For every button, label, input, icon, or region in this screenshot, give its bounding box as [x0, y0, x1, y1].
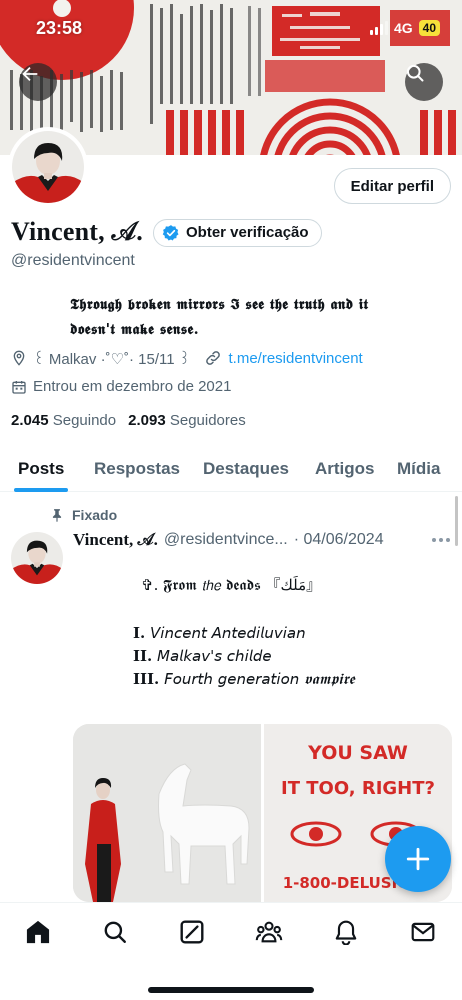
- battery-icon: 40: [418, 20, 440, 36]
- verified-badge-icon: [162, 224, 179, 240]
- post-line-1: I. 𝘝𝘪𝘯𝘤𝘦𝘯𝘵 𝘈𝘯𝘵𝘦𝘥𝘪𝘭𝘶𝘷𝘪𝘢𝘯: [133, 624, 306, 642]
- bottom-navigation: [0, 902, 462, 1000]
- status-time: 23:58: [36, 18, 83, 38]
- post-author-name[interactable]: Vincent, 𝒜.: [73, 530, 158, 550]
- status-indicators: 4G 40: [369, 20, 440, 36]
- profile-handle: @residentvincent: [11, 252, 135, 269]
- pin-icon: [52, 509, 62, 522]
- nav-communities[interactable]: [252, 915, 286, 949]
- link-icon: [206, 351, 221, 365]
- scrollbar[interactable]: [455, 496, 458, 546]
- profile-name: Vincent, 𝒜.: [11, 217, 143, 246]
- post-date[interactable]: · 04/06/2024: [294, 531, 384, 549]
- nav-grok[interactable]: [175, 915, 209, 949]
- follow-stats: 2.045 Seguindo 2.093 Seguidores: [11, 412, 246, 429]
- following-link[interactable]: 2.045 Seguindo: [11, 412, 116, 429]
- tab-articles[interactable]: Artigos: [315, 446, 375, 492]
- status-bar: 23:58 4G 40: [0, 18, 462, 44]
- post-media-image-1[interactable]: [73, 724, 261, 902]
- post-author-handle[interactable]: @residentvince...: [164, 531, 288, 549]
- nav-notifications[interactable]: [329, 915, 363, 949]
- communities-icon: [255, 921, 283, 943]
- avatar-image: [12, 131, 84, 203]
- tab-posts[interactable]: Posts: [13, 446, 69, 492]
- search-button[interactable]: [405, 63, 443, 101]
- pinned-indicator: Fixado: [50, 507, 117, 523]
- bio-line-1: 𝕿𝖍𝖗𝖔𝖚𝖌𝖍 𝖇𝖗𝖔𝖐𝖊𝖓 𝖒𝖎𝖗𝖗𝖔𝖗𝖘 𝕴 𝖘𝖊𝖊 𝖙𝖍𝖊 𝖙𝖗𝖚𝖙𝖍 𝖆…: [70, 296, 369, 313]
- profile-name-row: Vincent, 𝒜. Obter verificação: [11, 217, 322, 248]
- post-line-2-number: II.: [133, 647, 153, 665]
- horse-photo: [73, 724, 261, 902]
- profile-banner[interactable]: 23:58 4G 40: [0, 0, 462, 155]
- post-line-3-number: III.: [133, 670, 160, 688]
- plus-icon: [406, 847, 430, 871]
- poster-line-2: IT TOO, RIGHT?: [281, 778, 435, 799]
- home-icon: [26, 920, 50, 944]
- post-line-0: ✞. 𝕱𝖗𝖔𝖒 𝘵𝘩𝘦 𝖉𝖊𝖆𝖉𝖘 『مَلَك』: [141, 576, 322, 594]
- tab-highlights[interactable]: Destaques: [203, 446, 289, 492]
- nav-search[interactable]: [98, 915, 132, 949]
- pinned-label: Fixado: [72, 507, 118, 523]
- arrow-left-icon: [22, 66, 38, 82]
- post-line-2: II. 𝘔𝘢𝘭𝘬𝘢𝘷'𝘴 𝘤𝘩𝘪𝘭𝘥𝘦: [133, 647, 272, 665]
- post-more-icon[interactable]: [432, 538, 450, 542]
- profile-tabs: Posts Respostas Destaques Artigos Mídia: [0, 446, 462, 492]
- bell-icon: [335, 920, 357, 945]
- network-label: 4G: [393, 20, 413, 36]
- followers-link[interactable]: 2.093 Seguidores: [128, 412, 246, 429]
- avatar-image: [11, 532, 63, 584]
- profile-bio: 𝕿𝖍𝖗𝖔𝖚𝖌𝖍 𝖇𝖗𝖔𝖐𝖊𝖓 𝖒𝖎𝖗𝖗𝖔𝖗𝖘 𝕴 𝖘𝖊𝖊 𝖙𝖍𝖊 𝖙𝖗𝖚𝖙𝖍 𝖆…: [70, 292, 440, 342]
- search-icon: [104, 921, 126, 943]
- profile-link[interactable]: t.me/residentvincent: [228, 350, 362, 367]
- nav-home[interactable]: [21, 915, 55, 949]
- profile-joined: Entrou em dezembro de 2021: [11, 378, 231, 395]
- edit-profile-button[interactable]: Editar perfil: [333, 168, 451, 204]
- followers-label: Seguidores: [169, 412, 246, 429]
- location-icon: [13, 350, 25, 366]
- post-line-2-text: 𝘔𝘢𝘭𝘬𝘢𝘷'𝘴 𝘤𝘩𝘪𝘭𝘥𝘦: [157, 647, 272, 665]
- poster-line-1: YOU SAW: [308, 742, 408, 764]
- post-line-3: III. 𝘍𝘰𝘶𝘳𝘵𝘩 𝘨𝘦𝘯𝘦𝘳𝘢𝘵𝘪𝘰𝘯 𝖛𝖆𝖒𝖕𝖎𝖗𝖊: [133, 670, 355, 688]
- bio-line-2: 𝖉𝖔𝖊𝖘𝖓'𝖙 𝖒𝖆𝖐𝖊 𝖘𝖊𝖓𝖘𝖊.: [70, 321, 200, 338]
- joined-date: Entrou em dezembro de 2021: [33, 378, 232, 395]
- following-label: Seguindo: [52, 412, 117, 429]
- back-button[interactable]: [19, 63, 57, 101]
- following-count: 2.045: [11, 412, 49, 429]
- calendar-icon: [12, 380, 26, 394]
- tab-media[interactable]: Mídia: [397, 446, 440, 492]
- post-header: Vincent, 𝒜. @residentvince... · 04/06/20…: [73, 530, 384, 550]
- home-indicator[interactable]: [148, 987, 314, 993]
- post-line-3-text: 𝘍𝘰𝘶𝘳𝘵𝘩 𝘨𝘦𝘯𝘦𝘳𝘢𝘵𝘪𝘰𝘯 𝖛𝖆𝖒𝖕𝖎𝖗𝖊: [164, 670, 355, 688]
- profile-meta: ꒰ Malkav ·˚♡˚· 15/11 ꒱ t.me/residentvinc…: [11, 348, 363, 368]
- search-icon: [406, 64, 424, 82]
- post-author-avatar[interactable]: [11, 532, 63, 584]
- followers-count: 2.093: [128, 412, 166, 429]
- mail-icon: [411, 922, 435, 942]
- post-line-1-number: I.: [133, 624, 146, 642]
- post-line-1-text: 𝘝𝘪𝘯𝘤𝘦𝘯𝘵 𝘈𝘯𝘵𝘦𝘥𝘪𝘭𝘶𝘷𝘪𝘢𝘯: [150, 624, 306, 642]
- profile-avatar[interactable]: [8, 127, 88, 207]
- nav-messages[interactable]: [406, 915, 440, 949]
- signal-icon: [369, 21, 388, 35]
- get-verified-button[interactable]: Obter verificação: [153, 218, 322, 247]
- compose-post-button[interactable]: [385, 826, 451, 892]
- grok-icon: [180, 920, 204, 944]
- get-verified-label: Obter verificação: [186, 224, 309, 241]
- tab-replies[interactable]: Respostas: [94, 446, 180, 492]
- profile-location: ꒰ Malkav ·˚♡˚· 15/11 ꒱: [33, 351, 191, 368]
